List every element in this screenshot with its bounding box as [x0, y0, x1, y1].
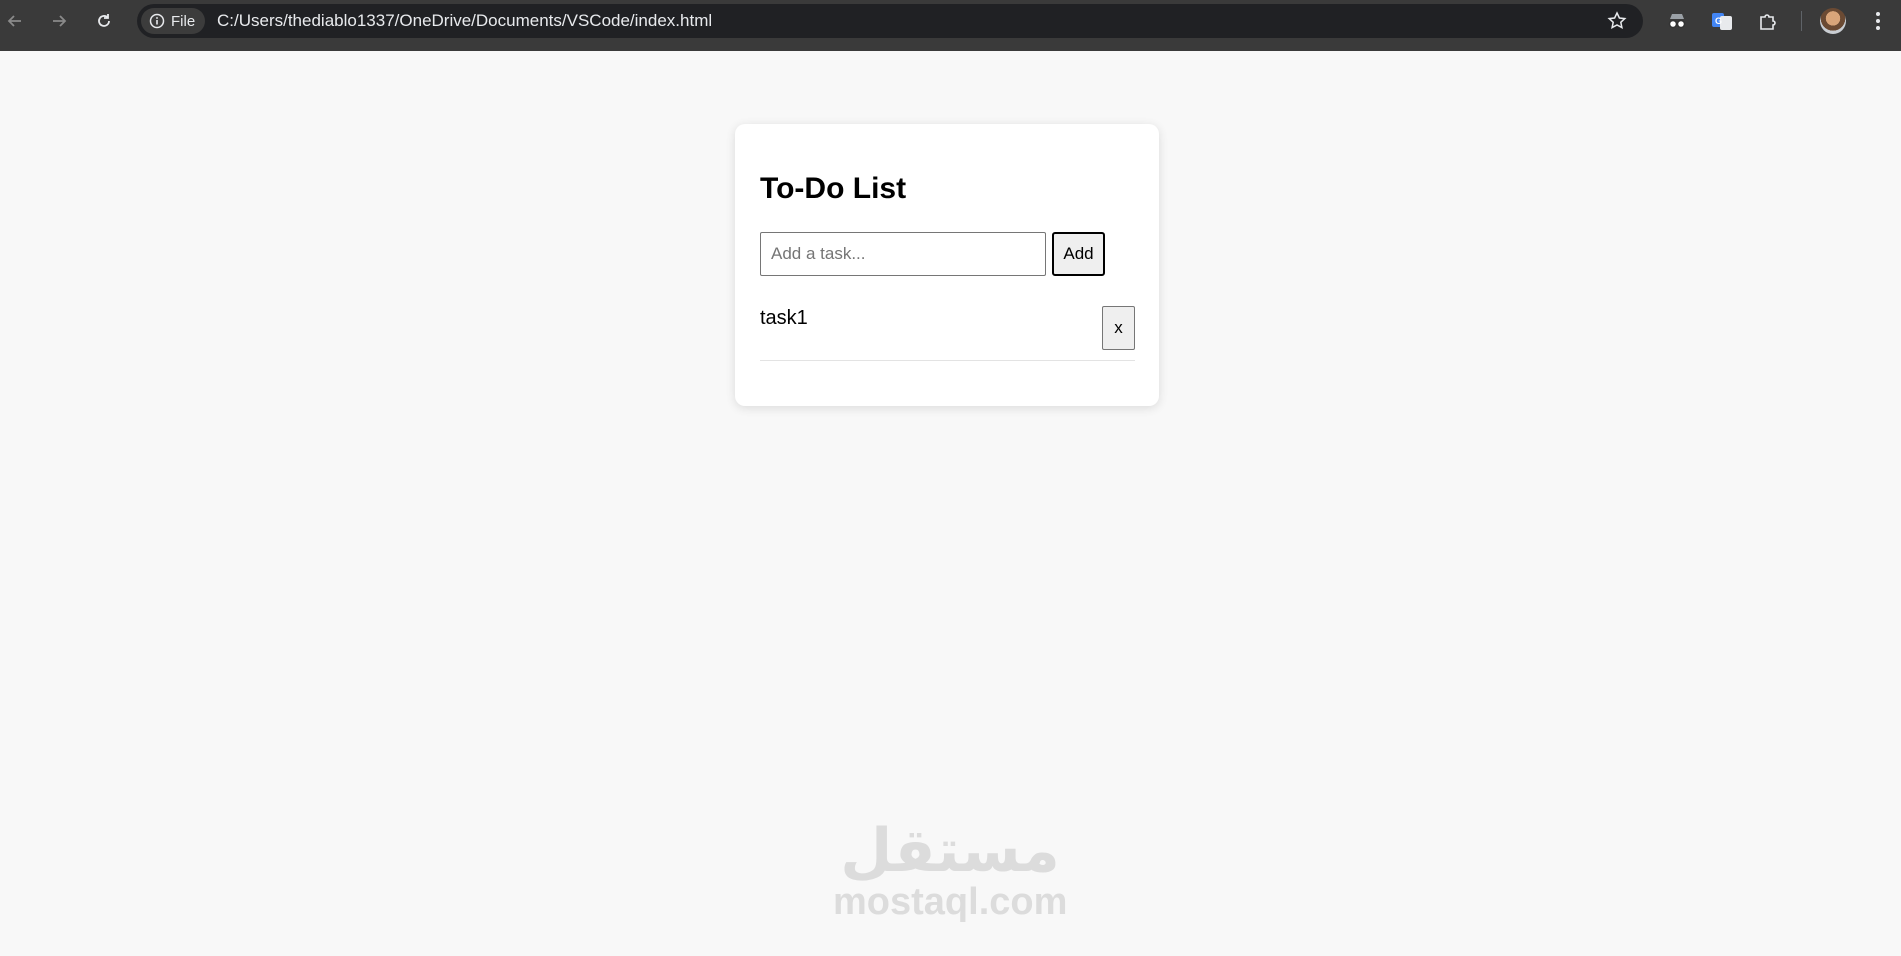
reload-icon [98, 14, 110, 27]
back-button[interactable] [0, 6, 30, 36]
todo-card: To-Do List Add task1 x [735, 124, 1159, 406]
forward-button[interactable] [44, 6, 74, 36]
url-text[interactable]: C:/Users/thediablo1337/OneDrive/Document… [217, 4, 712, 38]
task-input[interactable] [760, 232, 1046, 276]
task-text: task1 [760, 307, 808, 329]
svg-text:G: G [1715, 16, 1722, 26]
star-icon [1607, 11, 1627, 30]
menu-dot-icon [1876, 12, 1880, 16]
spy-glasses-icon [1668, 14, 1686, 29]
puzzle-icon [1760, 14, 1776, 30]
profile-avatar[interactable] [1820, 8, 1846, 34]
info-icon [149, 13, 165, 29]
extension-spy-button[interactable] [1664, 8, 1690, 34]
delete-task-button[interactable]: x [1102, 306, 1135, 350]
page-title: To-Do List [760, 172, 907, 205]
menu-dot-icon [1876, 26, 1880, 30]
task-list-item: task1 x [760, 304, 1135, 361]
reload-button[interactable] [89, 6, 119, 36]
address-bar[interactable]: File C:/Users/thediablo1337/OneDrive/Doc… [137, 4, 1643, 38]
site-info-chip[interactable]: File [141, 8, 206, 34]
browser-menu-button[interactable] [1870, 8, 1886, 34]
browser-toolbar: File C:/Users/thediablo1337/OneDrive/Doc… [0, 0, 1901, 51]
forward-arrow-icon [53, 15, 67, 27]
toolbar-separator [1801, 11, 1802, 31]
watermark-latin: mostaql.com [833, 881, 1068, 923]
extension-translate-button[interactable]: G [1709, 8, 1735, 34]
back-arrow-icon [7, 15, 21, 27]
bookmark-star-button[interactable] [1607, 11, 1627, 36]
watermark-logo: مستقل mostaql.com [833, 820, 1067, 922]
watermark-arabic: مستقل [840, 816, 1060, 886]
menu-dot-icon [1876, 19, 1880, 23]
translate-icon: G [1712, 13, 1732, 30]
scheme-label: File [171, 12, 196, 30]
add-task-button[interactable]: Add [1052, 232, 1105, 276]
extensions-button[interactable] [1754, 8, 1780, 34]
